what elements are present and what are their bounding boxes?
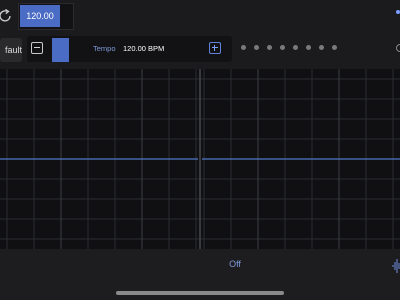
page-dot[interactable] bbox=[306, 45, 311, 50]
tempo-value: 120.00 BPM bbox=[123, 44, 165, 53]
status-toggle[interactable]: Off bbox=[222, 259, 248, 269]
page-dot[interactable] bbox=[319, 45, 324, 50]
page-dot[interactable] bbox=[254, 45, 259, 50]
home-indicator[interactable] bbox=[116, 291, 284, 295]
tempo-label: Tempo bbox=[93, 44, 116, 53]
page-dot[interactable] bbox=[332, 45, 337, 50]
preset-label: fault bbox=[4, 45, 22, 55]
page-indicator[interactable] bbox=[241, 45, 337, 51]
page-dot[interactable] bbox=[267, 45, 272, 50]
tempo-decrement-button[interactable] bbox=[31, 42, 43, 54]
waveform-icon[interactable] bbox=[392, 258, 400, 274]
page-dot[interactable] bbox=[293, 45, 298, 50]
value-readout: 120.00 bbox=[26, 11, 54, 21]
grid-canvas bbox=[0, 69, 400, 249]
page-dot[interactable] bbox=[280, 45, 285, 50]
oscilloscope-grid bbox=[0, 69, 400, 249]
tempo-increment-button[interactable] bbox=[209, 42, 221, 54]
settings-icon[interactable] bbox=[396, 44, 400, 52]
top-right-icon[interactable] bbox=[396, 10, 400, 14]
refresh-icon[interactable] bbox=[0, 9, 12, 23]
tempo-slider-fill[interactable] bbox=[52, 38, 69, 62]
preset-button[interactable]: fault bbox=[0, 38, 22, 62]
page-dot[interactable] bbox=[241, 45, 246, 50]
